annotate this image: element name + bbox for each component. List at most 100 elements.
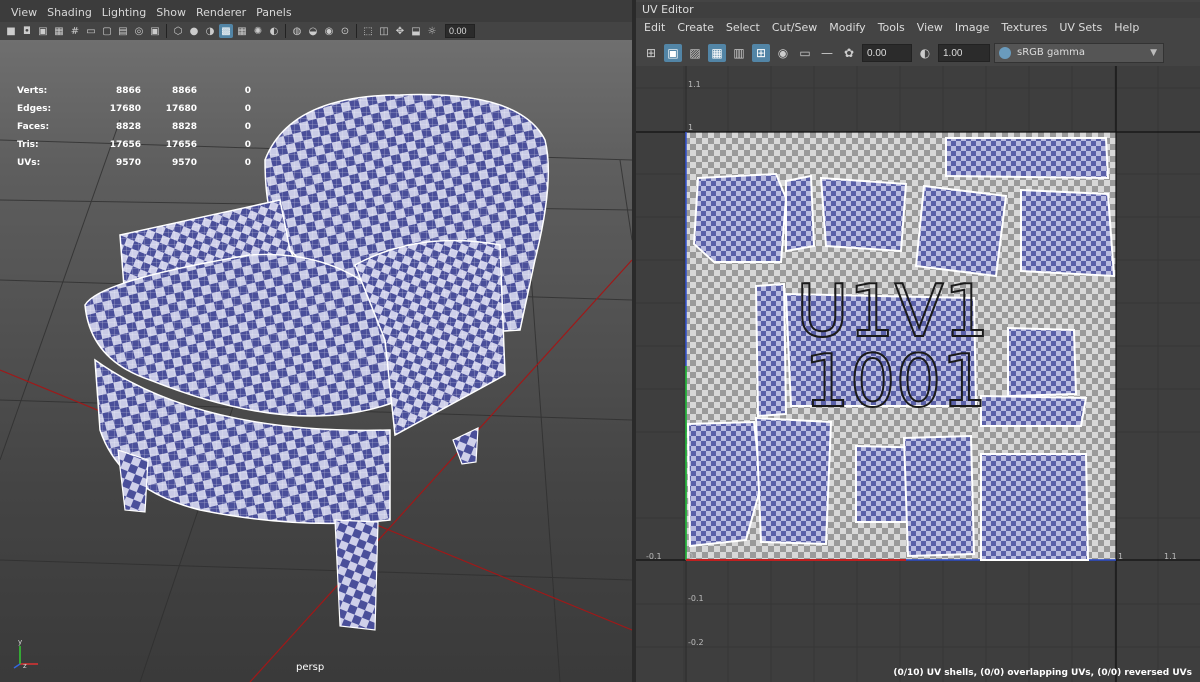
uv-texture-borders-icon[interactable]: ⊞ bbox=[752, 44, 770, 62]
default-material-icon[interactable]: ◑ bbox=[203, 24, 217, 38]
menu-lighting[interactable]: Lighting bbox=[97, 4, 151, 22]
hud-value: 0 bbox=[244, 86, 251, 96]
antialias-icon[interactable]: ◉ bbox=[322, 24, 336, 38]
uv-shell bbox=[980, 394, 1088, 427]
chair-leg-back-right bbox=[452, 427, 479, 465]
uv-shell bbox=[1007, 326, 1078, 398]
uv-tile-label-bottom: 1001 bbox=[804, 339, 987, 423]
axis-z-label: z bbox=[23, 662, 27, 670]
color-space-dropdown[interactable]: sRGB gamma ▼ bbox=[994, 43, 1164, 63]
uv-tick-label: 1.1 bbox=[1164, 552, 1177, 561]
resolution-gate-icon[interactable]: ▢ bbox=[100, 24, 114, 38]
uv-status-text: (0/10) UV shells, (0/0) overlapping UVs,… bbox=[893, 668, 1192, 678]
uv-menu-tools[interactable]: Tools bbox=[872, 19, 911, 37]
hud-value: 8828 bbox=[171, 122, 197, 132]
hud-row-faces: Faces: 8828 8828 0 bbox=[17, 118, 251, 136]
xray-components-icon[interactable]: ⬓ bbox=[409, 24, 423, 38]
uv-tick-label: 1.1 bbox=[688, 80, 701, 89]
menu-show[interactable]: Show bbox=[151, 4, 191, 22]
wireframe-icon[interactable]: ⬡ bbox=[171, 24, 185, 38]
perspective-viewport[interactable]: Verts: 8866 8866 0 Edges: 17680 17680 0 … bbox=[0, 40, 632, 682]
motion-blur-icon[interactable]: ◒ bbox=[306, 24, 320, 38]
grid-icon[interactable]: # bbox=[68, 24, 82, 38]
shadows-icon[interactable]: ◐ bbox=[267, 24, 281, 38]
uv-shell bbox=[1020, 188, 1116, 278]
hud-value: 8866 bbox=[171, 86, 197, 96]
safe-action-icon[interactable]: ▣ bbox=[148, 24, 162, 38]
exposure-icon[interactable]: ☼ bbox=[425, 24, 439, 38]
uv-snapshot-icon[interactable]: ▭ bbox=[796, 44, 814, 62]
uv-menu-create[interactable]: Create bbox=[671, 19, 720, 37]
wireframe-on-shaded-icon[interactable]: ▩ bbox=[219, 24, 233, 38]
viewport-menubar: View Shading Lighting Show Renderer Pane… bbox=[0, 4, 632, 22]
uv-tick-label: 1 bbox=[688, 123, 694, 132]
uv-menu-image[interactable]: Image bbox=[949, 19, 995, 37]
hud-row-verts: Verts: 8866 8866 0 bbox=[17, 82, 251, 100]
uv-menu-help[interactable]: Help bbox=[1108, 19, 1145, 37]
film-gate-icon[interactable]: ▭ bbox=[84, 24, 98, 38]
chair-leg-front-left bbox=[117, 449, 149, 513]
hud-value: 17656 bbox=[165, 140, 197, 150]
uv-menu-cut-sew[interactable]: Cut/Sew bbox=[766, 19, 823, 37]
camera-attributes-icon[interactable]: ◘ bbox=[20, 24, 34, 38]
uv-shell bbox=[754, 282, 788, 418]
uv-tick-label: -0.1 bbox=[688, 594, 704, 603]
hud-label: Verts: bbox=[17, 86, 48, 96]
image-plane-icon[interactable]: ▦ bbox=[52, 24, 66, 38]
uv-menu-textures[interactable]: Textures bbox=[995, 19, 1053, 37]
uv-canvas[interactable]: U1V1 1001 1.1 1 -0.1 0 1 1.1 -0.1 -0.2 (… bbox=[636, 66, 1200, 682]
uv-menu-uv-sets[interactable]: UV Sets bbox=[1053, 19, 1108, 37]
hud-value: 17656 bbox=[109, 140, 141, 150]
ambient-occlusion-icon[interactable]: ◍ bbox=[290, 24, 304, 38]
uv-shaded-icon[interactable]: ▣ bbox=[664, 44, 682, 62]
uv-menu-select[interactable]: Select bbox=[720, 19, 766, 37]
hud-value: 0 bbox=[244, 158, 251, 168]
xray-joints-icon[interactable]: ✥ bbox=[393, 24, 407, 38]
uv-menu-modify[interactable]: Modify bbox=[823, 19, 871, 37]
isolate-select-icon[interactable]: ⬚ bbox=[361, 24, 375, 38]
uv-tick-label: -0.1 bbox=[646, 552, 662, 561]
gamma-value-field[interactable] bbox=[938, 44, 990, 62]
color-space-value: sRGB gamma bbox=[1017, 47, 1086, 58]
hud-value: 0 bbox=[244, 122, 251, 132]
menu-view[interactable]: View bbox=[6, 4, 42, 22]
uv-border-icon[interactable]: ▥ bbox=[730, 44, 748, 62]
uv-exposure-icon[interactable]: ✿ bbox=[840, 44, 858, 62]
gate-mask-icon[interactable]: ▤ bbox=[116, 24, 130, 38]
hud-poly-count: Verts: 8866 8866 0 Edges: 17680 17680 0 … bbox=[17, 82, 251, 172]
uv-slider-icon[interactable]: — bbox=[818, 44, 836, 62]
field-chart-icon[interactable]: ◎ bbox=[132, 24, 146, 38]
menu-panels[interactable]: Panels bbox=[251, 4, 296, 22]
lights-icon[interactable]: ✺ bbox=[251, 24, 265, 38]
hud-value: 0 bbox=[244, 104, 251, 114]
bookmark-icon[interactable]: ▣ bbox=[36, 24, 50, 38]
uv-tick-label: 0 bbox=[688, 552, 694, 561]
hud-value: 17680 bbox=[109, 104, 141, 114]
camera-icon[interactable]: ■ bbox=[4, 24, 18, 38]
hud-value: 17680 bbox=[165, 104, 197, 114]
uv-distortion-icon[interactable]: ▨ bbox=[686, 44, 704, 62]
exposure-field[interactable] bbox=[445, 24, 475, 38]
smooth-shade-icon[interactable]: ● bbox=[187, 24, 201, 38]
uv-menu-edit[interactable]: Edit bbox=[638, 19, 671, 37]
depth-of-field-icon[interactable]: ⊙ bbox=[338, 24, 352, 38]
exposure-value-field[interactable] bbox=[862, 44, 912, 62]
uv-gamma-icon[interactable]: ◐ bbox=[916, 44, 934, 62]
hud-value: 8866 bbox=[115, 86, 141, 96]
toolbar-divider bbox=[285, 24, 286, 38]
uv-grid-icon[interactable]: ⊞ bbox=[642, 44, 660, 62]
uv-checker-icon[interactable]: ▦ bbox=[708, 44, 726, 62]
xray-icon[interactable]: ◫ bbox=[377, 24, 391, 38]
uv-dim-image-icon[interactable]: ◉ bbox=[774, 44, 792, 62]
uv-shell bbox=[914, 184, 1008, 278]
menu-shading[interactable]: Shading bbox=[42, 4, 97, 22]
uv-shell bbox=[980, 453, 1090, 561]
uv-menu-view[interactable]: View bbox=[911, 19, 949, 37]
hud-value: 9570 bbox=[115, 158, 141, 168]
uv-shell bbox=[754, 416, 833, 546]
menu-renderer[interactable]: Renderer bbox=[191, 4, 251, 22]
uv-editor-title: UV Editor bbox=[636, 2, 1200, 18]
hud-label: Edges: bbox=[17, 104, 52, 114]
textured-icon[interactable]: ▦ bbox=[235, 24, 249, 38]
uv-toolbar: ⊞ ▣ ▨ ▦ ▥ ⊞ ◉ ▭ — ✿ ◐ sRGB gamma ▼ bbox=[636, 42, 1200, 64]
